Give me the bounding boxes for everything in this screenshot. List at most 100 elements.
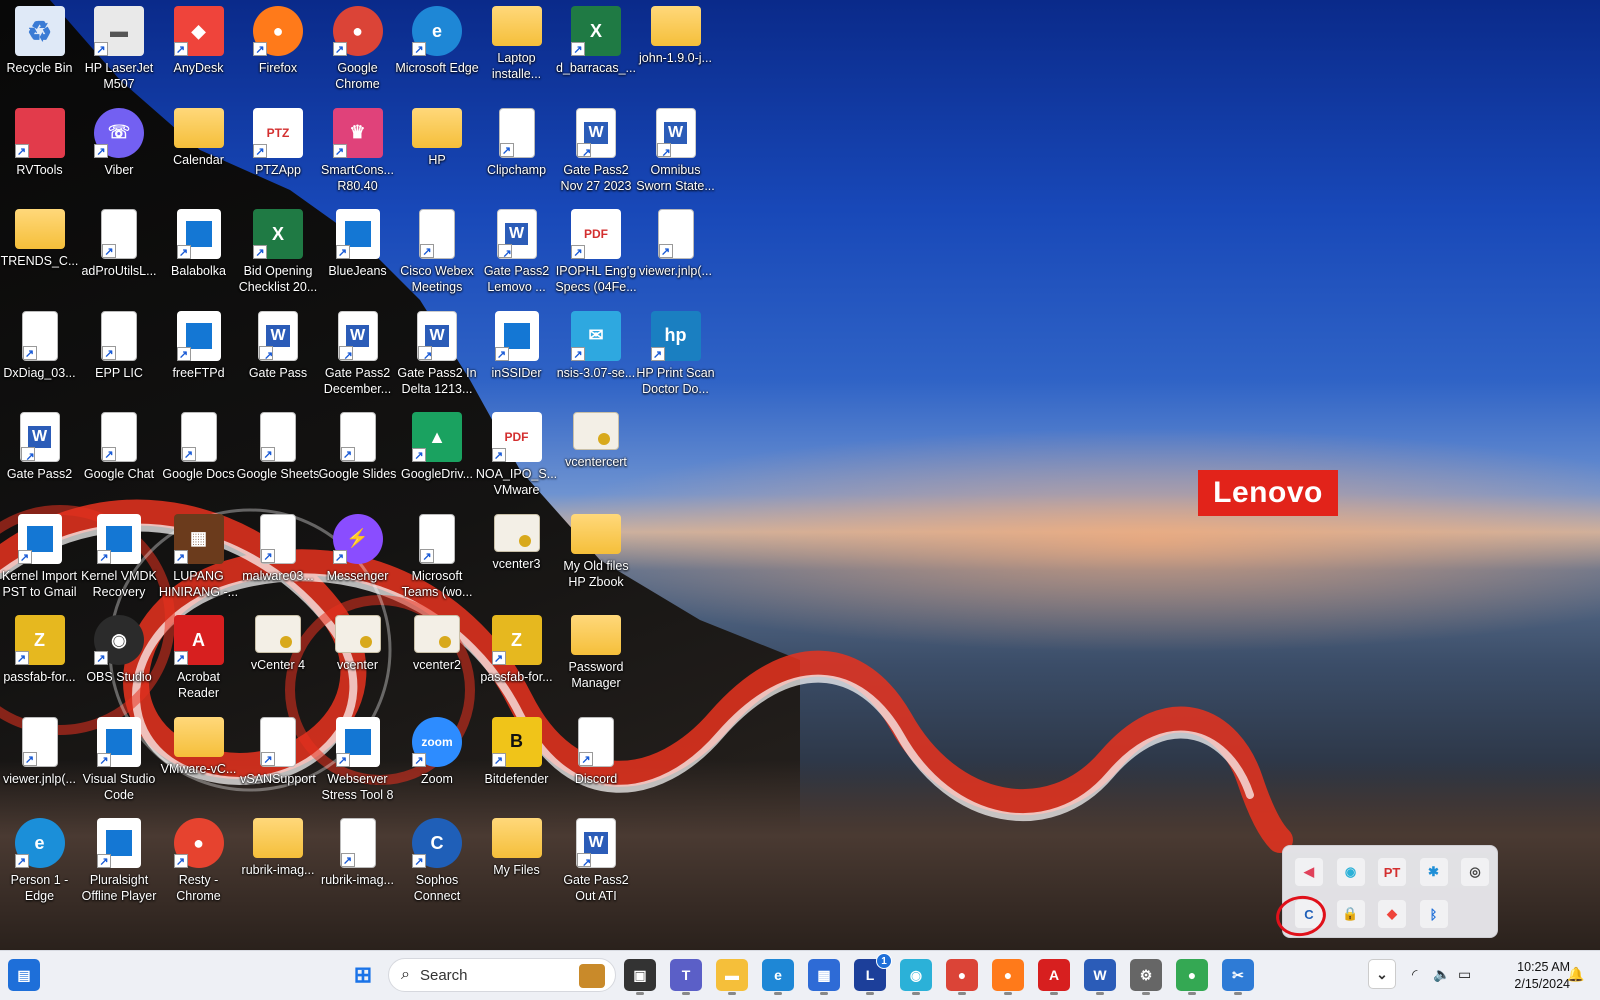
desktop-icon[interactable]: ↗ adProUtilsL... <box>80 203 159 299</box>
snipping-tool-icon[interactable]: ✂ <box>1222 959 1254 995</box>
desktop-icon[interactable]: ✉ ↗ nsis-3.07-se... <box>557 305 636 401</box>
desktop-icon[interactable]: ↗ Visual Studio Code <box>80 711 159 807</box>
desktop-icon[interactable]: C ↗ Sophos Connect <box>398 812 477 908</box>
desktop-icon[interactable]: ↗ Webserver Stress Tool 8 <box>318 711 397 807</box>
desktop-icon[interactable]: ● ↗ Firefox <box>239 0 318 96</box>
desktop-icon[interactable]: ↗ Kernel VMDK Recovery <box>80 508 159 604</box>
desktop-icon[interactable]: ↗ vSANSupport <box>239 711 318 807</box>
tray-webcam-icon[interactable]: ◎ <box>1461 858 1489 886</box>
desktop-icon[interactable]: vcenter <box>318 609 397 705</box>
wifi-icon[interactable]: ◜ <box>1412 966 1417 983</box>
word-icon[interactable]: W <box>1084 959 1116 995</box>
desktop-icon[interactable]: B ↗ Bitdefender <box>477 711 556 807</box>
desktop-icon[interactable]: ↗ malware03... <box>239 508 318 604</box>
taskbar-clock[interactable]: 10:25 AM 2/15/2024 <box>1490 959 1570 993</box>
desktop-icon[interactable]: ◉ ↗ OBS Studio <box>80 609 159 705</box>
desktop-icon[interactable]: PDF ↗ NOA_IPO_S... VMware <box>476 406 557 502</box>
desktop-icon[interactable]: ↗ freeFTPd <box>159 305 238 401</box>
tray-lock-icon[interactable]: 🔒 <box>1336 900 1365 928</box>
desktop-icon[interactable]: zoom ↗ Zoom <box>398 711 477 807</box>
widgets-icon[interactable]: ▤ <box>8 959 40 991</box>
desktop-icon[interactable]: ● ↗ Resty - Chrome <box>159 812 238 908</box>
desktop-icon[interactable]: PTZ ↗ PTZApp <box>239 102 318 198</box>
notification-bell-icon[interactable]: 🔔 <box>1567 966 1584 983</box>
desktop-icon[interactable]: X ↗ d_barracas_... <box>556 0 636 96</box>
desktop-icon[interactable]: W ↗ Gate Pass2 Out ATI <box>557 812 636 908</box>
desktop-icon[interactable]: ↗ Google Sheets <box>237 406 319 502</box>
desktop-icon[interactable]: ↗ Discord <box>557 711 636 807</box>
store-icon[interactable]: ▦ <box>808 959 840 995</box>
desktop-icon[interactable]: ▬ ↗ HP LaserJet M507 <box>80 0 159 96</box>
desktop-icon[interactable]: ♻ Recycle Bin <box>0 0 79 96</box>
desktop-icon[interactable]: A ↗ Acrobat Reader <box>159 609 238 705</box>
desktop-icon[interactable]: Password Manager <box>557 609 636 705</box>
desktop-icon[interactable]: ↗ DxDiag_03... <box>0 305 79 401</box>
desktop-icon[interactable]: HP <box>398 102 477 198</box>
desktop-icon[interactable]: ↗ Google Chat <box>80 406 159 502</box>
desktop-icon[interactable]: W ↗ Gate Pass2 Lemovo ... <box>477 203 556 299</box>
desktop-icon[interactable]: vCenter 4 <box>239 609 318 705</box>
desktop-icon[interactable]: X ↗ Bid Opening Checklist 20... <box>239 203 318 299</box>
desktop-icon[interactable]: ↗ Pluralsight Offline Player <box>80 812 159 908</box>
desktop-icon[interactable]: ● ↗ Google Chrome <box>318 0 397 96</box>
settings-icon[interactable]: ⚙ <box>1130 959 1162 995</box>
task-view-icon[interactable]: ▣ <box>624 959 656 995</box>
teams-icon[interactable]: T <box>670 959 702 995</box>
desktop-icon[interactable]: ◆ ↗ AnyDesk <box>159 0 238 96</box>
desktop-icon[interactable]: ↗ Microsoft Teams (wo... <box>398 508 477 604</box>
file-explorer-icon[interactable]: ▬ <box>716 959 748 995</box>
desktop-icon[interactable]: ↗ EPP LIC <box>80 305 159 401</box>
desktop-icon[interactable]: My Files <box>477 812 556 908</box>
desktop-icon[interactable]: ↗ Balabolka <box>159 203 238 299</box>
desktop-icon[interactable]: Laptop installe... <box>477 0 556 96</box>
desktop-icon[interactable]: rubrik-imag... <box>239 812 318 908</box>
desktop-icon[interactable]: ☏ ↗ Viber <box>80 102 159 198</box>
volume-icon[interactable]: 🔈 <box>1433 966 1450 983</box>
tray-settings-app-icon[interactable]: ✱ <box>1419 858 1448 886</box>
desktop-icon[interactable]: vcenter3 <box>477 508 556 604</box>
tray-ptz-icon[interactable]: PT <box>1378 858 1406 886</box>
desktop-icon[interactable]: ↗ RVTools <box>0 102 79 198</box>
tray-anydesk-icon[interactable]: ◆ <box>1378 900 1406 928</box>
chrome-icon[interactable]: ● <box>946 959 978 995</box>
desktop-icon[interactable]: e ↗ Microsoft Edge <box>395 0 479 96</box>
desktop-icon[interactable]: ↗ Clipchamp <box>477 102 556 198</box>
desktop-icon[interactable]: ↗ Cisco Webex Meetings <box>398 203 477 299</box>
desktop-icon[interactable]: john-1.9.0-j... <box>636 0 715 96</box>
desktop-icon[interactable]: e ↗ Person 1 - Edge <box>0 812 79 908</box>
desktop-icon[interactable]: vcenter2 <box>398 609 477 705</box>
desktop-icon[interactable]: ↗ inSSIDer <box>477 305 556 401</box>
acrobat-icon[interactable]: A <box>1038 959 1070 995</box>
desktop-icon[interactable]: ↗ viewer.jnlp(... <box>0 711 79 807</box>
desktop-icon[interactable]: My Old files HP Zbook <box>557 508 636 604</box>
tray-teal-app-icon[interactable]: ◉ <box>1336 858 1365 886</box>
app-teal-icon[interactable]: ◉ <box>900 959 932 995</box>
show-hidden-icons-button[interactable]: ⌄ <box>1368 959 1396 989</box>
taskbar-search-box[interactable]: ⌕ Search <box>388 958 616 992</box>
start-button[interactable]: ⊞ <box>347 959 379 991</box>
firefox-icon[interactable]: ● <box>992 959 1024 995</box>
desktop-icon[interactable]: PDF ↗ IPOPHL Eng'g Specs (04Fe... <box>555 203 637 299</box>
battery-icon[interactable]: ▭ <box>1458 966 1471 983</box>
desktop-icon[interactable]: Calendar <box>159 102 238 198</box>
tray-red-app-icon[interactable]: ◀ <box>1295 858 1323 886</box>
desktop-icon[interactable]: W ↗ Gate Pass2 Nov 27 2023 <box>557 102 636 198</box>
edge-icon[interactable]: e <box>762 959 794 995</box>
desktop-icon[interactable]: ⚡ ↗ Messenger <box>318 508 397 604</box>
desktop-icon[interactable]: ↗ viewer.jnlp(... <box>636 203 715 299</box>
desktop-icon[interactable]: TRENDS_C... <box>0 203 79 299</box>
tray-bluetooth-icon[interactable]: ᛒ <box>1419 900 1448 928</box>
desktop-icon[interactable]: ↗ Google Docs <box>159 406 238 502</box>
desktop-icon[interactable]: ↗ Kernel Import PST to Gmail <box>0 508 79 604</box>
desktop-icon[interactable]: Z ↗ passfab-for... <box>477 609 556 705</box>
desktop-icon[interactable]: ♛ ↗ SmartCons... R80.40 <box>318 102 397 198</box>
lenovo-vantage-icon[interactable]: L1 <box>854 953 892 995</box>
chrome-profile-icon[interactable]: ● <box>1176 959 1208 995</box>
desktop-icon[interactable]: W ↗ Gate Pass2 In Delta 1213... <box>397 305 477 401</box>
desktop-icon[interactable]: ↗ rubrik-imag... <box>318 812 397 908</box>
desktop-icon[interactable]: ▲ ↗ GoogleDriv... <box>398 406 477 502</box>
desktop-icon[interactable]: W ↗ Omnibus Sworn State... <box>636 102 715 198</box>
desktop-icon[interactable]: ↗ BlueJeans <box>318 203 397 299</box>
desktop-icon[interactable]: ▦ ↗ LUPANG HINIRANG -... <box>159 508 238 604</box>
desktop-icon[interactable]: W ↗ Gate Pass2 December... <box>318 305 397 401</box>
